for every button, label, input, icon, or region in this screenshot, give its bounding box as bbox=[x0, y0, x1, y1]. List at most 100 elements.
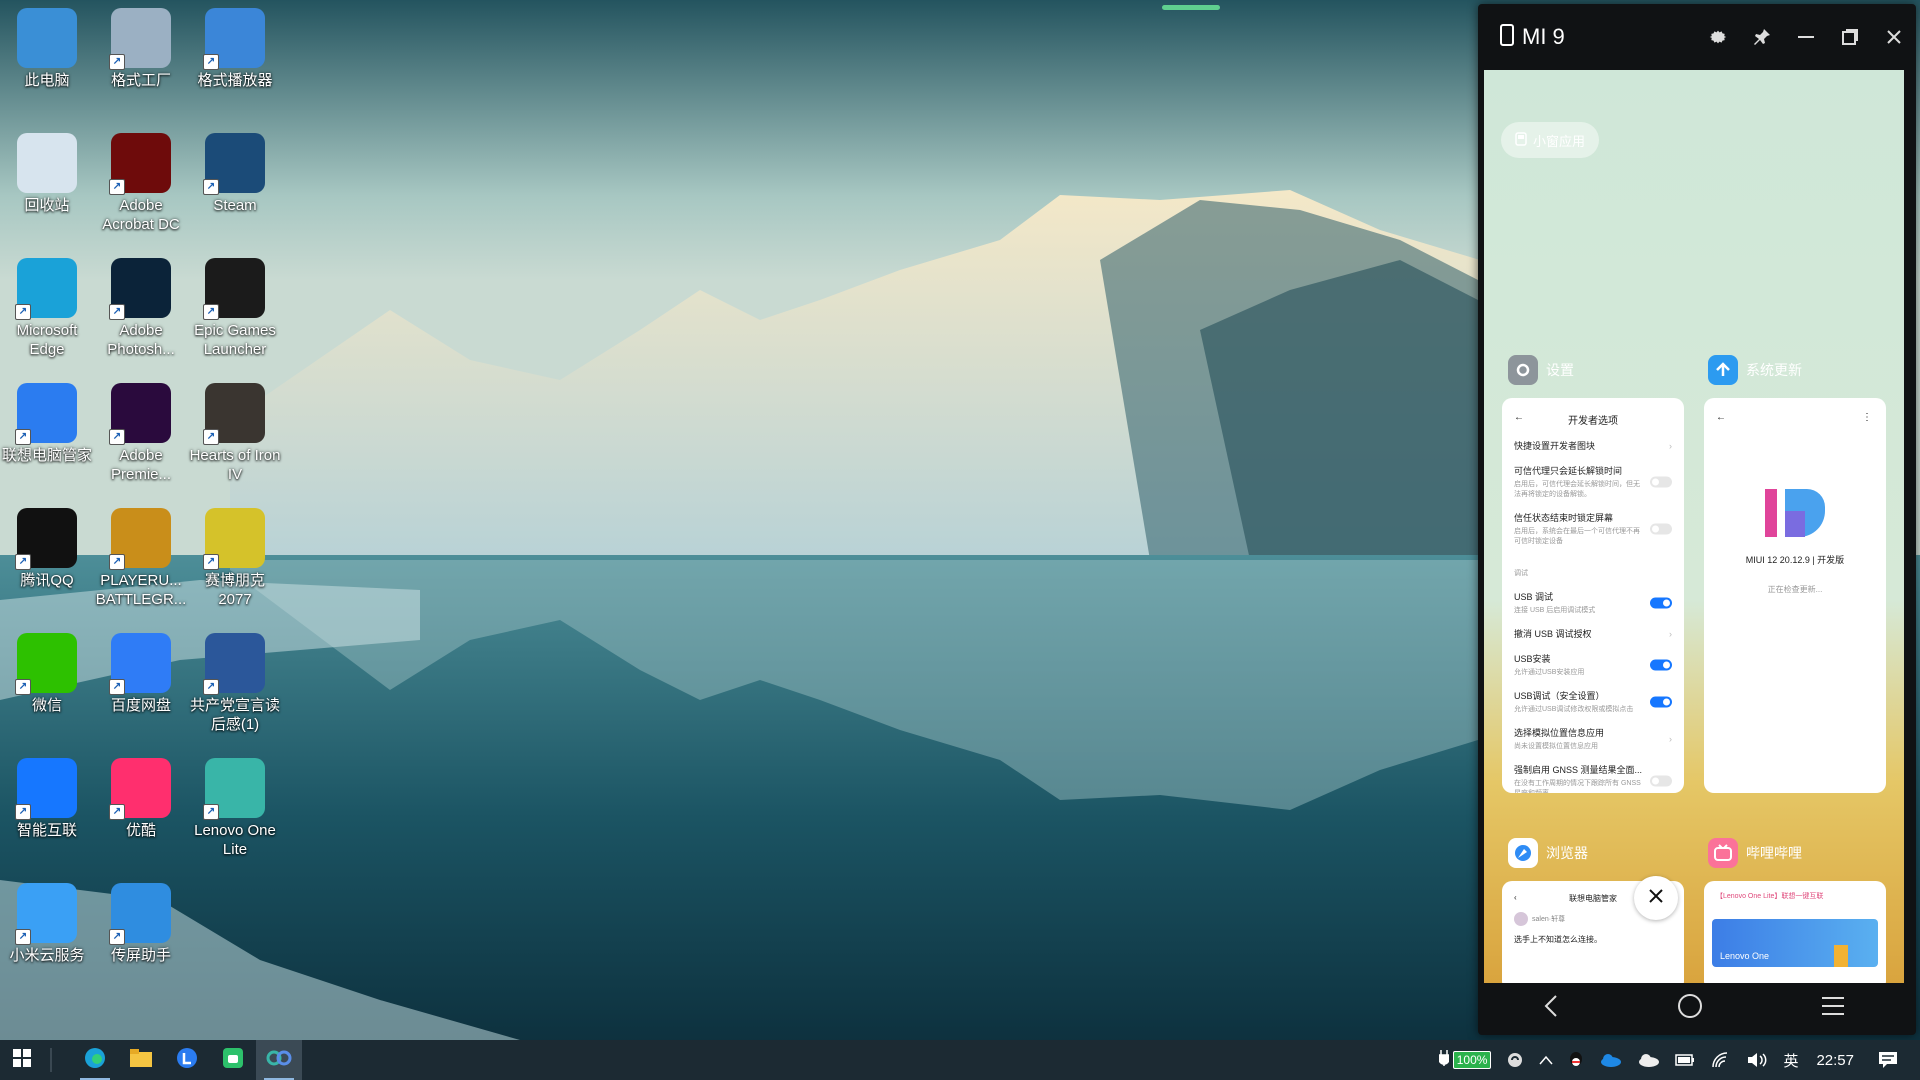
desktop-icon[interactable]: ↗ 腾讯QQ bbox=[0, 502, 94, 590]
update-tray-icon[interactable] bbox=[1499, 1040, 1531, 1080]
clear-recents-button[interactable] bbox=[1634, 876, 1678, 920]
desktop-icon[interactable]: 回收站 bbox=[0, 127, 94, 215]
toggle-switch[interactable] bbox=[1650, 597, 1672, 608]
settings-row[interactable]: 信任状态结束时锁定屏幕 启用后，系统会在最后一个可信代理不再可信时锁定设备 bbox=[1502, 505, 1684, 552]
desktop-icon[interactable]: ↗ 格式工厂 bbox=[94, 2, 188, 90]
recent-card-settings[interactable]: ← 开发者选项 快捷设置开发者图块 › 可信代理只会延长解锁时间 启用后，可信代理会延… bbox=[1502, 398, 1684, 793]
minimize-icon[interactable] bbox=[1784, 15, 1828, 59]
taskbar: 100% 英 22:57 bbox=[0, 1040, 1920, 1080]
taskbar-edge[interactable] bbox=[72, 1040, 118, 1080]
toggle-switch[interactable] bbox=[1650, 523, 1672, 534]
pin-icon[interactable] bbox=[1740, 15, 1784, 59]
desktop-icon[interactable]: ↗ 联想电脑管家 bbox=[0, 377, 94, 465]
qq-tray-icon[interactable] bbox=[1561, 1040, 1591, 1080]
toggle-switch[interactable] bbox=[1650, 696, 1672, 707]
close-icon[interactable] bbox=[1872, 15, 1916, 59]
word-document-icon: ↗ bbox=[203, 633, 265, 695]
toggle-switch[interactable] bbox=[1650, 476, 1672, 487]
clock[interactable]: 22:57 bbox=[1806, 1040, 1868, 1080]
desktop-icon[interactable]: ↗ 智能互联 bbox=[0, 752, 94, 840]
small-window-apps-button[interactable]: 小窗应用 bbox=[1501, 122, 1600, 158]
onedrive-icon[interactable] bbox=[1591, 1040, 1629, 1080]
desktop-icon[interactable]: ↗ Microsoft Edge bbox=[0, 252, 94, 359]
taskbar-lenovo-manager[interactable] bbox=[164, 1040, 210, 1080]
taskbar-android-app[interactable] bbox=[210, 1040, 256, 1080]
desktop-icon-label: Microsoft Edge bbox=[16, 322, 78, 358]
settings-page-header: ← 开发者选项 bbox=[1502, 398, 1684, 433]
settings-row[interactable]: 快捷设置开发者图块 › bbox=[1502, 433, 1684, 458]
volume-icon[interactable] bbox=[1739, 1040, 1775, 1080]
battery-tray-icon[interactable] bbox=[1667, 1040, 1703, 1080]
desktop-icon[interactable]: ↗ Hearts of Iron IV bbox=[188, 377, 282, 484]
toggle-switch[interactable] bbox=[1650, 775, 1672, 786]
desktop-icon[interactable]: ↗ Adobe Acrobat DC bbox=[94, 127, 188, 234]
desktop-icon[interactable]: ↗ 微信 bbox=[0, 627, 94, 715]
desktop-icon-label: Adobe Acrobat DC bbox=[102, 197, 180, 233]
settings-row[interactable]: 强制启用 GNSS 测量结果全面... 在没有工作周期的情况下跟踪所有 GNSS … bbox=[1502, 757, 1684, 793]
chevron-up-icon[interactable] bbox=[1531, 1040, 1561, 1080]
gear-icon[interactable] bbox=[1696, 15, 1740, 59]
miui-version: MIUI 12 20.12.9 | 开发版 bbox=[1745, 555, 1845, 565]
start-button[interactable] bbox=[0, 1040, 44, 1080]
back-icon[interactable] bbox=[1543, 994, 1559, 1023]
desktop-icon[interactable]: ↗ 小米云服务 bbox=[0, 877, 94, 965]
recent-card-system-update[interactable]: ← ⋮ MIUI 12 20.12.9 | 开发版 正在检查更新... bbox=[1704, 398, 1886, 793]
settings-row[interactable]: 选择模拟位置信息应用 尚未设置模拟位置信息应用 › bbox=[1502, 720, 1684, 757]
desktop-icon-label: Adobe Premie... bbox=[110, 447, 171, 483]
desktop-icon-label: 百度网盘 bbox=[110, 697, 171, 714]
desktop-icon[interactable]: ↗ Lenovo One Lite bbox=[188, 752, 282, 859]
action-center-icon[interactable] bbox=[1868, 1040, 1920, 1080]
device-name: MI 9 bbox=[1522, 24, 1565, 49]
shortcut-arrow-icon: ↗ bbox=[203, 554, 219, 570]
input-method-indicator[interactable]: 英 bbox=[1775, 1040, 1806, 1080]
desktop-icon-label: 联想电脑管家 bbox=[1, 447, 92, 464]
menu-icon[interactable] bbox=[1821, 995, 1845, 1022]
taskbar-file-explorer[interactable] bbox=[118, 1040, 164, 1080]
desktop-icon[interactable]: 此电脑 bbox=[0, 2, 94, 90]
settings-row[interactable]: 调试 bbox=[1502, 552, 1684, 584]
desktop-icon[interactable]: ↗ 格式播放器 bbox=[188, 2, 282, 90]
desktop-icon[interactable]: ↗ 优酷 bbox=[94, 752, 188, 840]
desktop-icon[interactable]: ↗ Epic Games Launcher bbox=[188, 252, 282, 359]
settings-row[interactable]: 可信代理只会延长解锁时间 启用后，可信代理会延长解锁时间，但无法再将锁定的设备解锁… bbox=[1502, 458, 1684, 505]
desktop-icon[interactable]: ↗ 赛博朋克 2077 bbox=[188, 502, 282, 609]
shortcut-arrow-icon: ↗ bbox=[203, 304, 219, 320]
phone-navigation-bar bbox=[1484, 983, 1904, 1033]
desktop-icon[interactable]: ↗ Steam bbox=[188, 127, 282, 215]
settings-row[interactable]: USB安装 允许通过USB安装应用 bbox=[1502, 646, 1684, 683]
phone-window-titlebar[interactable]: MI 9 bbox=[1478, 4, 1916, 70]
settings-row[interactable]: USB调试（安全设置） 允许通过USB调试修改权限或模拟点击 bbox=[1502, 683, 1684, 720]
home-icon[interactable] bbox=[1677, 993, 1703, 1024]
desktop-icon[interactable]: ↗ Adobe Premie... bbox=[94, 377, 188, 484]
back-arrow-icon[interactable]: ← bbox=[1716, 412, 1726, 423]
settings-row-title: 撤消 USB 调试授权 bbox=[1514, 629, 1592, 639]
shortcut-arrow-icon: ↗ bbox=[203, 429, 219, 445]
desktop-icon-label: Steam bbox=[213, 197, 257, 214]
cloud-icon[interactable] bbox=[1629, 1040, 1667, 1080]
maximize-icon[interactable] bbox=[1828, 15, 1872, 59]
settings-row-title: USB 调试 bbox=[1514, 592, 1554, 602]
shortcut-arrow-icon: ↗ bbox=[15, 429, 31, 445]
desktop-icon[interactable]: ↗ 共产党宣言读后感(1) bbox=[188, 627, 282, 734]
settings-row[interactable]: 撤消 USB 调试授权 › bbox=[1502, 621, 1684, 646]
toggle-switch[interactable] bbox=[1650, 659, 1672, 670]
battery-indicator[interactable]: 100% bbox=[1431, 1040, 1500, 1080]
wifi-icon[interactable] bbox=[1703, 1040, 1739, 1080]
desktop-icon[interactable]: ↗ 百度网盘 bbox=[94, 627, 188, 715]
settings-row-title: 快捷设置开发者图块 bbox=[1514, 441, 1596, 451]
recent-card-bilibili[interactable]: 【Lenovo One Lite】联想一键互联 Lenovo One bbox=[1704, 881, 1886, 983]
format-player-icon: ↗ bbox=[203, 8, 265, 70]
top-drag-handle[interactable] bbox=[1162, 5, 1220, 10]
back-arrow-icon[interactable]: ‹ bbox=[1514, 893, 1517, 902]
settings-row[interactable]: USB 调试 连接 USB 后启用调试模式 bbox=[1502, 584, 1684, 621]
more-vertical-icon[interactable]: ⋮ bbox=[1862, 412, 1872, 423]
settings-row-subtitle: 尚未设置模拟位置信息应用 bbox=[1514, 743, 1598, 750]
taskbar-lenovo-one[interactable] bbox=[256, 1040, 302, 1080]
back-arrow-icon[interactable]: ← bbox=[1514, 412, 1524, 423]
desktop-icon[interactable]: ↗ Adobe Photosh... bbox=[94, 252, 188, 359]
desktop-icon-label: 赛博朋克 2077 bbox=[204, 572, 265, 608]
desktop-icon[interactable]: ↗ PLAYERU... BATTLEGR... bbox=[94, 502, 188, 609]
android-icon bbox=[222, 1047, 244, 1074]
shortcut-arrow-icon: ↗ bbox=[109, 54, 125, 70]
desktop-icon[interactable]: ↗ 传屏助手 bbox=[94, 877, 188, 965]
